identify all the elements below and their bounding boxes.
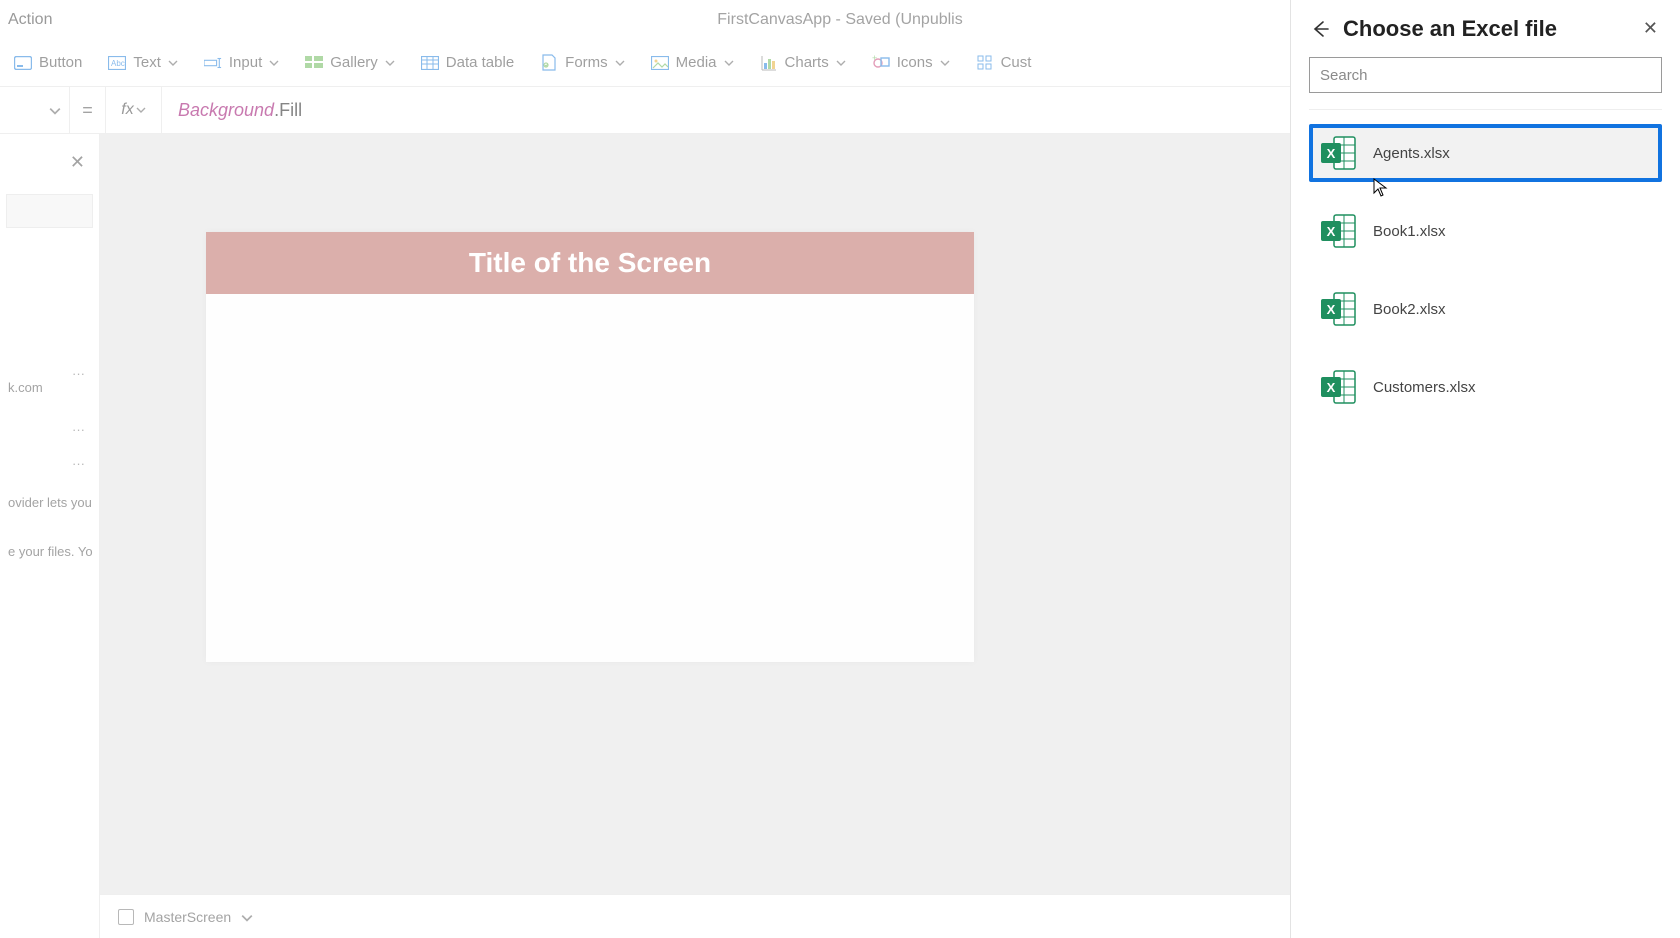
- ribbon-forms[interactable]: Forms: [540, 54, 625, 72]
- divider: [1309, 109, 1662, 110]
- charts-icon: [760, 54, 778, 72]
- excel-file-icon: X: [1319, 211, 1359, 251]
- svg-text:X: X: [1327, 380, 1336, 395]
- input-icon: [204, 54, 222, 72]
- ribbon-custom-label: Cust: [1001, 54, 1032, 71]
- formula-token-1: Background: [178, 100, 274, 120]
- screen-title-bar: Title of the Screen: [206, 232, 974, 294]
- close-icon[interactable]: ✕: [1639, 14, 1662, 43]
- file-name: Customers.xlsx: [1373, 379, 1476, 396]
- panel-text-line: ovider lets you ...: [6, 491, 93, 514]
- chevron-down-icon: [385, 58, 395, 68]
- flyout-title: Choose an Excel file: [1343, 16, 1627, 42]
- ribbon-text[interactable]: Abc Text: [108, 54, 178, 72]
- flyout-header: Choose an Excel file ✕: [1309, 14, 1662, 43]
- chevron-down-icon: [836, 58, 846, 68]
- data-table-icon: [421, 54, 439, 72]
- file-name: Agents.xlsx: [1373, 145, 1450, 162]
- svg-text:X: X: [1327, 224, 1336, 239]
- svg-text:X: X: [1327, 302, 1336, 317]
- back-arrow-icon[interactable]: [1309, 18, 1331, 40]
- ribbon-button[interactable]: Button: [14, 54, 82, 72]
- chevron-down-icon: [940, 58, 950, 68]
- ribbon-data-table-label: Data table: [446, 54, 514, 71]
- excel-file-icon: X: [1319, 367, 1359, 407]
- chevron-down-icon: [724, 58, 734, 68]
- ribbon-media-label: Media: [676, 54, 717, 71]
- media-icon: [651, 54, 669, 72]
- formula-input[interactable]: Background.Fill: [162, 100, 302, 121]
- fx-label: fx: [121, 101, 133, 119]
- file-item[interactable]: X Customers.xlsx: [1309, 358, 1662, 416]
- panel-text-line: e your files. Yo...: [6, 540, 93, 563]
- svg-text:Abc: Abc: [111, 59, 125, 68]
- text-icon: Abc: [108, 54, 126, 72]
- equals-sign: =: [70, 87, 106, 133]
- file-item[interactable]: X Agents.xlsx: [1309, 124, 1662, 182]
- svg-text:X: X: [1327, 146, 1336, 161]
- chevron-down-icon: [136, 105, 146, 115]
- ribbon-custom[interactable]: Cust: [976, 54, 1032, 72]
- ribbon-media[interactable]: Media: [651, 54, 734, 72]
- svg-text:+: +: [872, 55, 877, 63]
- ribbon-forms-label: Forms: [565, 54, 608, 71]
- forms-icon: [540, 54, 558, 72]
- ribbon-icons-label: Icons: [897, 54, 933, 71]
- panel-text-line: ···: [6, 368, 93, 376]
- ribbon-input-label: Input: [229, 54, 262, 71]
- ribbon-button-label: Button: [39, 54, 82, 71]
- chevron-down-icon: [269, 58, 279, 68]
- fx-button[interactable]: fx: [106, 87, 162, 133]
- custom-icon: [976, 54, 994, 72]
- ribbon-data-table[interactable]: Data table: [421, 54, 514, 72]
- left-panel: ✕ ··· k.com ··· ··· ovider lets you ... …: [0, 134, 100, 938]
- screen-selector-icon[interactable]: [118, 909, 134, 925]
- file-item[interactable]: X Book1.xlsx: [1309, 202, 1662, 260]
- chevron-down-icon: [615, 58, 625, 68]
- ribbon-charts[interactable]: Charts: [760, 54, 846, 72]
- canvas-screen[interactable]: Title of the Screen: [206, 232, 974, 662]
- icons-icon: +: [872, 54, 890, 72]
- chevron-down-icon: [49, 105, 59, 115]
- file-list: X Agents.xlsx X Book1.xlsx X Book2.xlsx X Custo…: [1309, 124, 1662, 416]
- ribbon-text-label: Text: [133, 54, 161, 71]
- search-input[interactable]: [1309, 57, 1662, 93]
- ribbon-icons[interactable]: + Icons: [872, 54, 950, 72]
- choose-excel-file-panel: Choose an Excel file ✕ X Agents.xlsx X Book…: [1290, 0, 1680, 938]
- file-item[interactable]: X Book2.xlsx: [1309, 280, 1662, 338]
- file-name: Book2.xlsx: [1373, 301, 1446, 318]
- property-dropdown[interactable]: [0, 86, 70, 134]
- formula-token-2: .Fill: [274, 100, 302, 120]
- ribbon-input[interactable]: Input: [204, 54, 279, 72]
- chevron-down-icon[interactable]: [241, 912, 251, 922]
- ribbon-gallery[interactable]: Gallery: [305, 54, 395, 72]
- file-name: Book1.xlsx: [1373, 223, 1446, 240]
- button-icon: [14, 54, 32, 72]
- ribbon-charts-label: Charts: [785, 54, 829, 71]
- ribbon-gallery-label: Gallery: [330, 54, 378, 71]
- panel-card: [6, 194, 93, 228]
- chevron-down-icon: [168, 58, 178, 68]
- gallery-icon: [305, 54, 323, 72]
- excel-file-icon: X: [1319, 133, 1359, 173]
- screen-name-label[interactable]: MasterScreen: [144, 909, 231, 925]
- excel-file-icon: X: [1319, 289, 1359, 329]
- close-icon[interactable]: ✕: [70, 152, 85, 173]
